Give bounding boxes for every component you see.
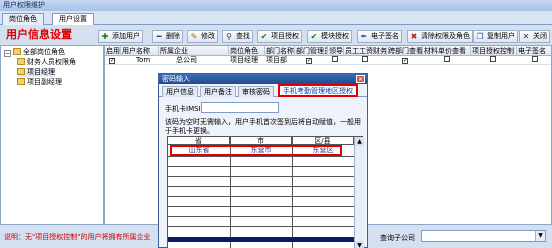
search-icon: ⚲ xyxy=(226,32,232,41)
tree-root[interactable]: − 全部岗位角色 xyxy=(4,48,65,57)
tree-item-finance[interactable]: 财务人员权限角 xyxy=(17,58,76,67)
col-header-province: 省 xyxy=(168,137,230,145)
esign-button[interactable]: ✒ 电子签名 xyxy=(357,30,402,43)
close-button[interactable]: ✕ 关闭 xyxy=(519,30,550,43)
status-note: 说明：无"项目授权控制"的用户将拥有所属企业 xyxy=(4,233,151,241)
col-header-city: 市 xyxy=(230,137,292,145)
page-title: 用户信息设置 xyxy=(6,28,72,41)
region-scrollbar[interactable]: ▲ ▼ xyxy=(354,137,364,248)
folder-icon xyxy=(17,58,25,65)
cell-company: 总公司 xyxy=(176,56,197,64)
col-header[interactable]: 材料单价查看 xyxy=(423,46,471,56)
tree-item-deputy-pm[interactable]: 项目副经理 xyxy=(17,78,62,87)
tab-user-remark[interactable]: 用户备注 xyxy=(200,86,236,97)
project-auth-checkbox[interactable] xyxy=(490,56,496,62)
tab-user-settings[interactable]: 用户设置 xyxy=(52,13,94,25)
dialog-title: 密码输入 xyxy=(159,74,367,84)
role-tree: − 全部岗位角色 财务人员权限角 项目经理 项目副经理 xyxy=(0,45,104,225)
material-price-checkbox[interactable] xyxy=(444,56,450,62)
region-table: 省 市 区/县 山东省 东营市 东营区 ▲ ▼ xyxy=(167,136,364,248)
scroll-up-icon[interactable]: ▲ xyxy=(355,137,364,146)
col-header[interactable]: 用户名称 xyxy=(121,46,159,56)
imsi-label: 手机卡IMSI xyxy=(165,105,201,113)
col-header[interactable]: 部门管理员 xyxy=(295,46,328,56)
check-icon: ✔ xyxy=(260,32,268,41)
region-row-highlight xyxy=(170,145,342,156)
copy-user-button[interactable]: ❐ 复制用户 xyxy=(473,30,518,43)
tab-audit-password[interactable]: 审核密码 xyxy=(238,86,274,97)
toolbar: ✚ 添加用户 ━ 删除 ✎ 修改 ⚲ 查找 ✔ 项目授权 ✔ 模块授权 ✒ 电子签名 ✖ 清除权… xyxy=(96,27,552,44)
leader-checkbox[interactable] xyxy=(332,56,338,62)
selected-row[interactable] xyxy=(168,237,364,242)
close-icon[interactable]: ✕ xyxy=(356,75,365,83)
col-header[interactable]: 跨部门查看 xyxy=(387,46,423,56)
project-auth-button[interactable]: ✔ 项目授权 xyxy=(257,30,302,43)
delete-button[interactable]: ━ 删除 xyxy=(152,30,183,43)
collapse-icon[interactable]: − xyxy=(4,50,11,57)
clear-icon: ✖ xyxy=(410,32,418,41)
esign-checkbox[interactable] xyxy=(532,56,538,62)
edit-button[interactable]: ✎ 修改 xyxy=(187,30,218,43)
col-header[interactable]: 所属企业 xyxy=(159,46,229,56)
cell-dept: 项目部 xyxy=(266,56,287,64)
cross-dept-checkbox[interactable]: ✓ xyxy=(402,58,408,64)
col-header[interactable]: 电子签名 xyxy=(517,46,551,56)
password-dialog: 密码输入 ✕ 用户信息 用户备注 审核密码 手机考勤管理地区授权 手机卡IMSI… xyxy=(158,73,368,248)
col-header-district: 区/县 xyxy=(292,137,354,145)
col-header[interactable]: 领导 xyxy=(328,46,344,56)
tree-item-pm[interactable]: 项目经理 xyxy=(17,68,55,77)
minus-icon: ━ xyxy=(156,32,162,41)
table-row[interactable]: ✓ Tom 总公司 项目经理 项目部 ✓ ✓ xyxy=(105,56,551,65)
folder-icon xyxy=(17,68,25,75)
add-icon: ✚ xyxy=(101,32,109,41)
cell-role: 项目经理 xyxy=(230,56,258,64)
tab-user-info[interactable]: 用户信息 xyxy=(162,86,198,97)
folder-icon xyxy=(13,48,21,55)
tab-position-role[interactable]: 岗位角色 xyxy=(2,13,44,25)
check-icon: ✔ xyxy=(310,32,318,41)
close-icon: ✕ xyxy=(522,32,530,41)
cell-user: Tom xyxy=(136,56,151,64)
enabled-checkbox[interactable]: ✓ xyxy=(109,58,115,64)
folder-icon xyxy=(17,78,25,85)
imsi-note: 该码为空时无需输入，用户手机首次签到后将自动赋值，一般用于手机卡更换。 xyxy=(165,118,361,135)
add-user-button[interactable]: ✚ 添加用户 xyxy=(98,30,143,43)
window-title: 用户权限维护 xyxy=(0,0,552,11)
query-label: 查询子公司 xyxy=(380,234,415,242)
outer-tab-bar: 岗位角色 用户设置 xyxy=(0,11,552,25)
edit-icon: ✎ xyxy=(190,32,198,41)
col-header[interactable]: 启用 xyxy=(105,46,121,56)
search-button[interactable]: ⚲ 查找 xyxy=(222,30,253,43)
tab-region-auth[interactable]: 手机考勤管理地区授权 xyxy=(278,84,358,97)
col-header[interactable]: 岗位角色 xyxy=(229,46,265,56)
grid-header: 启用 用户名称 所属企业 岗位角色 部门名称 部门管理员 领导 员工工资财务 跨… xyxy=(105,46,551,56)
payroll-checkbox[interactable] xyxy=(362,56,368,62)
pen-icon: ✒ xyxy=(360,32,368,41)
dialog-tab-bar: 用户信息 用户备注 审核密码 手机考勤管理地区授权 xyxy=(159,84,367,97)
col-header[interactable]: 部门名称 xyxy=(265,46,295,56)
chevron-down-icon[interactable]: ▼ xyxy=(535,231,545,241)
module-auth-button[interactable]: ✔ 模块授权 xyxy=(307,30,352,43)
scroll-down-icon[interactable]: ▼ xyxy=(355,241,364,248)
subsidiary-select[interactable]: ▼ xyxy=(421,230,546,242)
col-header[interactable]: 员工工资财务 xyxy=(344,46,387,56)
dept-admin-checkbox[interactable]: ✓ xyxy=(306,58,312,64)
col-header[interactable]: 项目授权控制 xyxy=(471,46,517,56)
imsi-input[interactable] xyxy=(201,102,279,113)
clear-permissions-button[interactable]: ✖ 清除权限及角色 xyxy=(407,30,473,43)
copy-icon: ❐ xyxy=(476,32,484,41)
